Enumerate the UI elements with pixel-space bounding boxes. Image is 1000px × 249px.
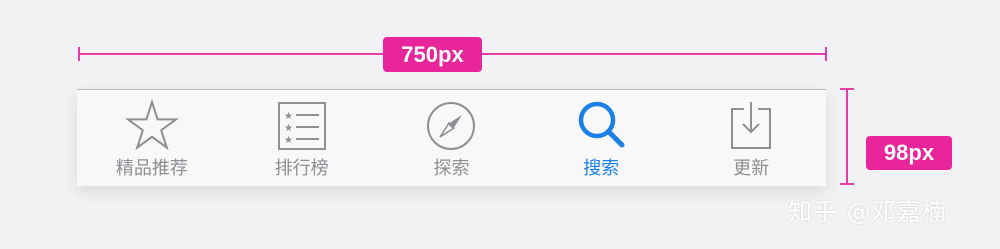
- width-dimension-right-tick: [825, 47, 827, 61]
- tab-explore-label: 探索: [433, 158, 470, 179]
- tab-featured[interactable]: 精品推荐: [77, 90, 227, 186]
- tab-search[interactable]: 搜索: [526, 90, 676, 186]
- watermark: 知乎 @邓嘉楠: [788, 198, 947, 226]
- height-dimension-line: [846, 88, 848, 185]
- width-dimension-left-tick: [78, 47, 80, 61]
- ranking-list-icon: ★ ★ ★: [277, 102, 326, 150]
- svg-text:★: ★: [284, 135, 293, 146]
- height-dimension-bottom-tick: [840, 183, 854, 185]
- tab-explore[interactable]: 探索: [377, 90, 527, 186]
- tab-top-charts-label: 排行榜: [274, 158, 329, 179]
- tab-bar: 精品推荐 ★ ★ ★ 排行榜 探索 搜索 更新: [77, 89, 826, 186]
- tab-search-label: 搜索: [583, 158, 620, 179]
- height-dimension-label: 98px: [866, 136, 952, 170]
- svg-text:★: ★: [284, 111, 293, 122]
- tab-updates[interactable]: 更新: [676, 90, 826, 186]
- height-dimension-top-tick: [840, 88, 854, 90]
- download-update-icon: [731, 102, 772, 149]
- compass-icon: [427, 102, 476, 150]
- tab-updates-label: 更新: [733, 158, 770, 179]
- tab-featured-label: 精品推荐: [115, 158, 188, 179]
- tab-top-charts[interactable]: ★ ★ ★ 排行榜: [227, 90, 377, 186]
- search-icon: [579, 101, 625, 148]
- svg-text:★: ★: [284, 123, 293, 134]
- star-icon: [124, 98, 179, 151]
- width-dimension-label: 750px: [383, 37, 482, 72]
